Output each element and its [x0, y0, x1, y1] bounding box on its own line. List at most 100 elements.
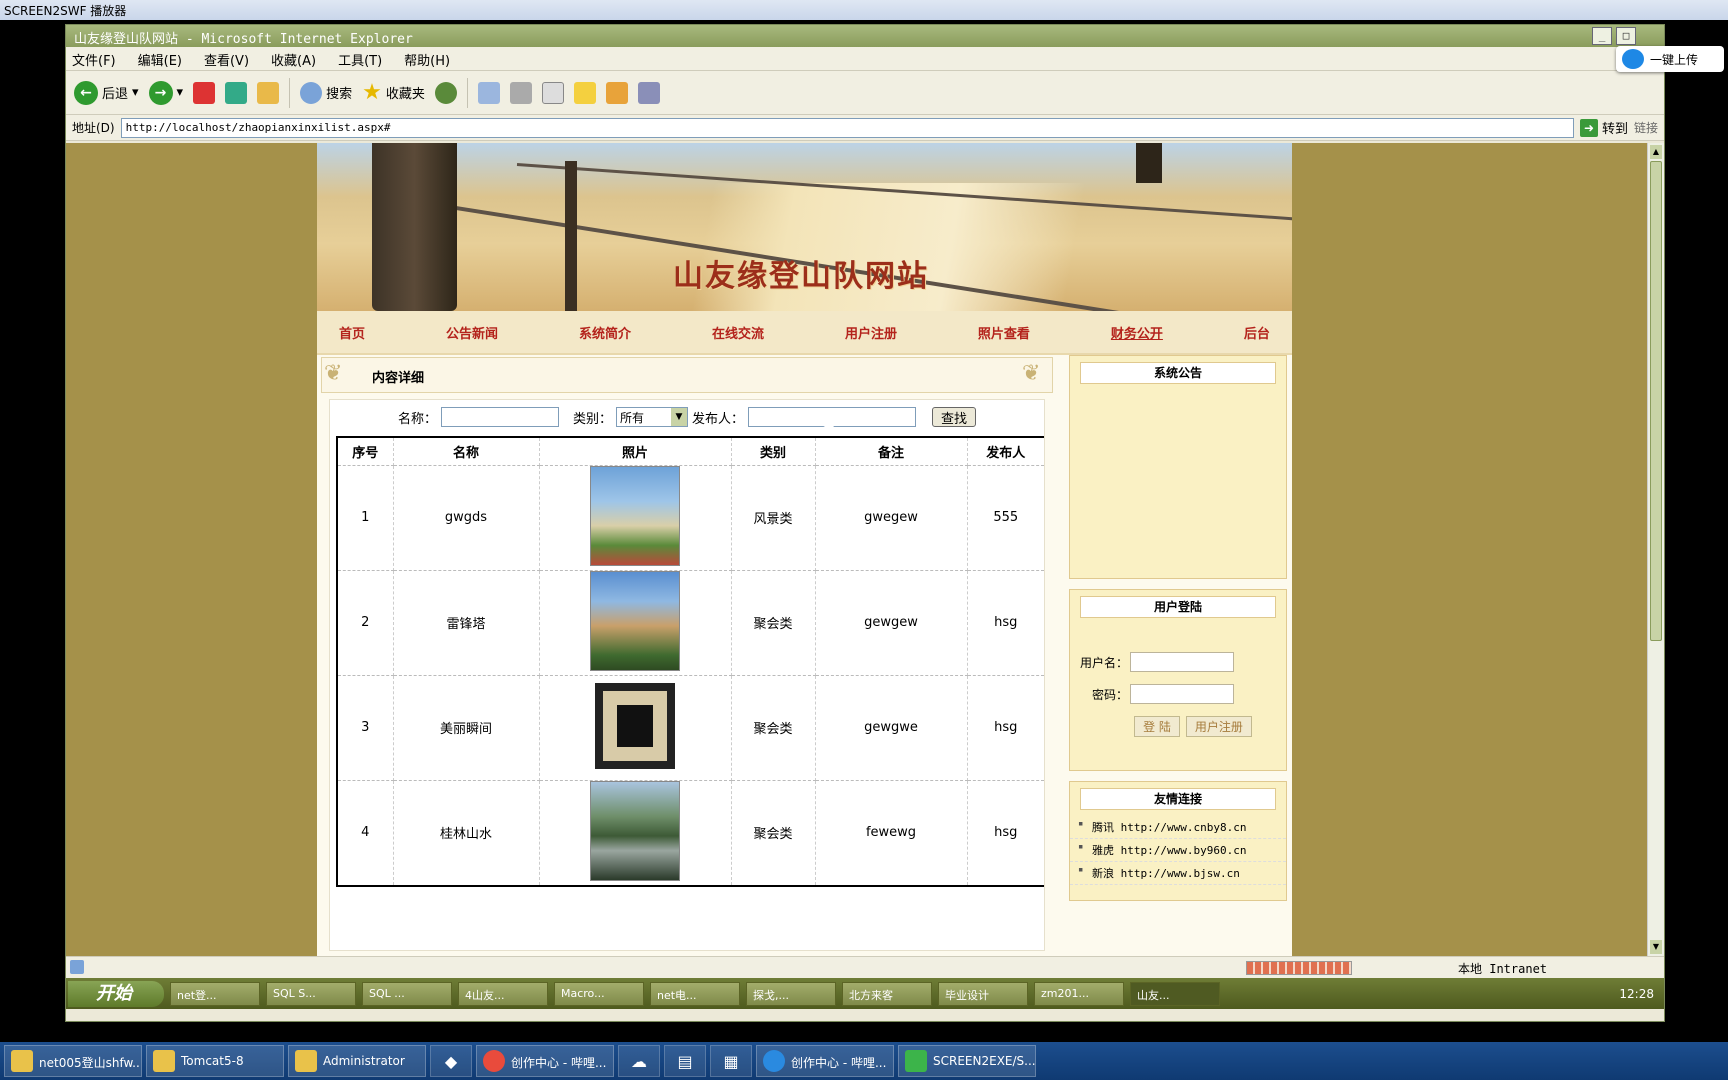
edit-icon[interactable]	[541, 81, 564, 104]
browser-icon	[763, 1050, 785, 1072]
upload-label: 一键上传	[1650, 53, 1699, 67]
banner-post	[372, 143, 457, 311]
nav-news[interactable]: 公告新闻	[446, 323, 498, 342]
password-label: 密码：	[1091, 687, 1128, 702]
nav-register[interactable]: 用户注册	[845, 323, 897, 342]
nav-online-chat[interactable]: 在线交流	[712, 323, 764, 342]
taskbar-item[interactable]: SQL ...	[362, 981, 452, 1006]
taskbar-item[interactable]: 探戈,...	[746, 981, 836, 1006]
password-input[interactable]	[1130, 684, 1234, 704]
taskbar-item[interactable]: zm201...	[1034, 981, 1124, 1006]
address-bar: 地址(D) http://localhost/zhaopianxinxilist…	[66, 115, 1664, 141]
taskbar-item[interactable]: 4山友...	[458, 981, 548, 1006]
cell-photo	[539, 570, 732, 676]
stop-icon[interactable]	[193, 81, 216, 104]
nav-finance[interactable]: 财务公开	[1111, 323, 1163, 342]
menu-tools[interactable]: 工具(T)	[338, 50, 382, 69]
notice-title: 系统公告	[1080, 362, 1276, 384]
menu-help[interactable]: 帮助(H)	[404, 50, 450, 69]
taskbar-item[interactable]: Administrator	[288, 1045, 426, 1077]
cell-publisher: hsg	[967, 675, 1044, 781]
go-button[interactable]: ➜ 转到	[1579, 118, 1628, 137]
ie-window: 山友缘登山队网站 - Microsoft Internet Explorer _…	[65, 24, 1665, 1022]
taskbar-item[interactable]: 北方来客	[842, 981, 932, 1006]
taskbar-item-active[interactable]: 山友...	[1130, 981, 1220, 1006]
upload-button[interactable]: 一键上传	[1616, 46, 1724, 72]
windows-icon[interactable]: ▦	[710, 1045, 752, 1077]
friend-link[interactable]: 雅虎 http://www.by960.cn	[1070, 839, 1286, 862]
friend-link[interactable]: 腾讯 http://www.cnby8.cn	[1070, 816, 1286, 839]
photo-thumbnail[interactable]	[590, 780, 680, 881]
nav-admin[interactable]: 后台	[1244, 323, 1270, 342]
favorites-button[interactable]: ★ 收藏夹	[362, 80, 425, 105]
find-button[interactable]: 查找	[932, 407, 977, 427]
nav-home[interactable]: 首页	[339, 323, 365, 342]
taskbar-item[interactable]: Tomcat5-8	[146, 1045, 284, 1077]
type-select[interactable]: 所有 ▼	[616, 407, 688, 427]
back-button[interactable]: ← 后退 ▾	[74, 80, 139, 105]
taskbar-item[interactable]: SCREEN2EXE/S...	[898, 1045, 1036, 1077]
scrollbar-thumb[interactable]	[1650, 161, 1662, 641]
taskbar-item[interactable]: 毕业设计	[938, 981, 1028, 1006]
username-input[interactable]	[1130, 652, 1234, 672]
maximize-button[interactable]: □	[1616, 27, 1636, 45]
taskbar-item[interactable]: Macro...	[554, 981, 644, 1006]
messenger-icon[interactable]	[637, 81, 660, 104]
taskbar-item[interactable]: net005登山shfw...	[4, 1045, 142, 1077]
friend-link[interactable]: 新浪 http://www.bjsw.cn	[1070, 862, 1286, 885]
taskbar-item[interactable]: 创作中心 - 哔哩...	[756, 1045, 894, 1077]
back-arrow-icon: ←	[74, 80, 98, 105]
register-button[interactable]: 用户注册	[1185, 716, 1252, 737]
scroll-up-icon[interactable]: ▲	[1650, 145, 1662, 159]
taskbar-item[interactable]: net电...	[650, 981, 740, 1006]
table-row: 3 美丽瞬间 聚会类 gewgwe hsg	[337, 675, 1044, 781]
cell-category: 聚会类	[731, 675, 816, 781]
print-icon[interactable]	[509, 81, 532, 104]
menu-file[interactable]: 文件(F)	[72, 50, 116, 69]
col-category: 类别	[731, 437, 816, 466]
menu-view[interactable]: 查看(V)	[204, 50, 249, 69]
cell-remark: gewgew	[815, 570, 968, 676]
cloud-app-icon[interactable]: ☁	[618, 1045, 660, 1077]
folder-icon	[11, 1050, 33, 1072]
login-box: 用户登陆 用户名： 密码： 登 陆 用户注册	[1069, 589, 1287, 771]
app-icon[interactable]: ◆	[430, 1045, 472, 1077]
search-button[interactable]: 搜索	[300, 81, 352, 104]
research-icon[interactable]	[605, 81, 628, 104]
menu-edit[interactable]: 编辑(E)	[138, 50, 182, 69]
photo-thumbnail[interactable]	[590, 465, 680, 566]
cell-category: 聚会类	[731, 780, 816, 886]
discuss-icon[interactable]	[573, 81, 596, 104]
menu-favorites[interactable]: 收藏(A)	[271, 50, 316, 69]
refresh-icon[interactable]	[225, 81, 248, 104]
taskbar-item[interactable]: 创作中心 - 哔哩...	[476, 1045, 614, 1077]
taskbar-item[interactable]: net登...	[170, 981, 260, 1006]
scroll-down-icon[interactable]: ▼	[1650, 940, 1662, 954]
forward-button[interactable]: → ▾	[148, 80, 183, 105]
vertical-scrollbar[interactable]: ▲ ▼	[1647, 143, 1664, 956]
mail-icon[interactable]	[477, 81, 500, 104]
login-button[interactable]: 登 陆	[1134, 716, 1180, 737]
ie-titlebar: 山友缘登山队网站 - Microsoft Internet Explorer _…	[66, 25, 1664, 47]
security-zone: 本地 Intranet	[1458, 962, 1548, 976]
outer-taskbar: net005登山shfw... Tomcat5-8 Administrator …	[0, 1042, 1728, 1080]
username-label: 用户名：	[1079, 655, 1128, 670]
cell-name: 桂林山水	[393, 780, 540, 886]
minimize-button[interactable]: _	[1592, 27, 1612, 45]
document-icon[interactable]: ▤	[664, 1045, 706, 1077]
start-button[interactable]: 开始	[68, 980, 164, 1007]
links-button[interactable]: 链接	[1634, 119, 1658, 136]
toolbar-separator	[466, 77, 468, 108]
photo-thumbnail[interactable]	[595, 682, 675, 769]
main-column: ❦ 内容详细 ❦ 名称： 类别： 所有 ▼ 发布人： 查找 序号 名称 照片 类…	[317, 355, 1057, 956]
nav-intro[interactable]: 系统简介	[579, 323, 631, 342]
photo-thumbnail[interactable]	[590, 570, 680, 671]
address-input[interactable]: http://localhost/zhaopianxinxilist.aspx#	[120, 117, 1574, 138]
history-icon[interactable]	[434, 81, 457, 104]
nav-photos[interactable]: 照片查看	[978, 323, 1030, 342]
sidebar: 系统公告 用户登陆 用户名： 密码： 登 陆 用户注册 友情连接 ▪ 腾讯 ht…	[1069, 355, 1287, 956]
name-input[interactable]	[440, 407, 559, 427]
screen-recorder-icon	[905, 1050, 927, 1072]
home-icon[interactable]	[257, 81, 280, 104]
taskbar-item[interactable]: SQL S...	[266, 981, 356, 1006]
